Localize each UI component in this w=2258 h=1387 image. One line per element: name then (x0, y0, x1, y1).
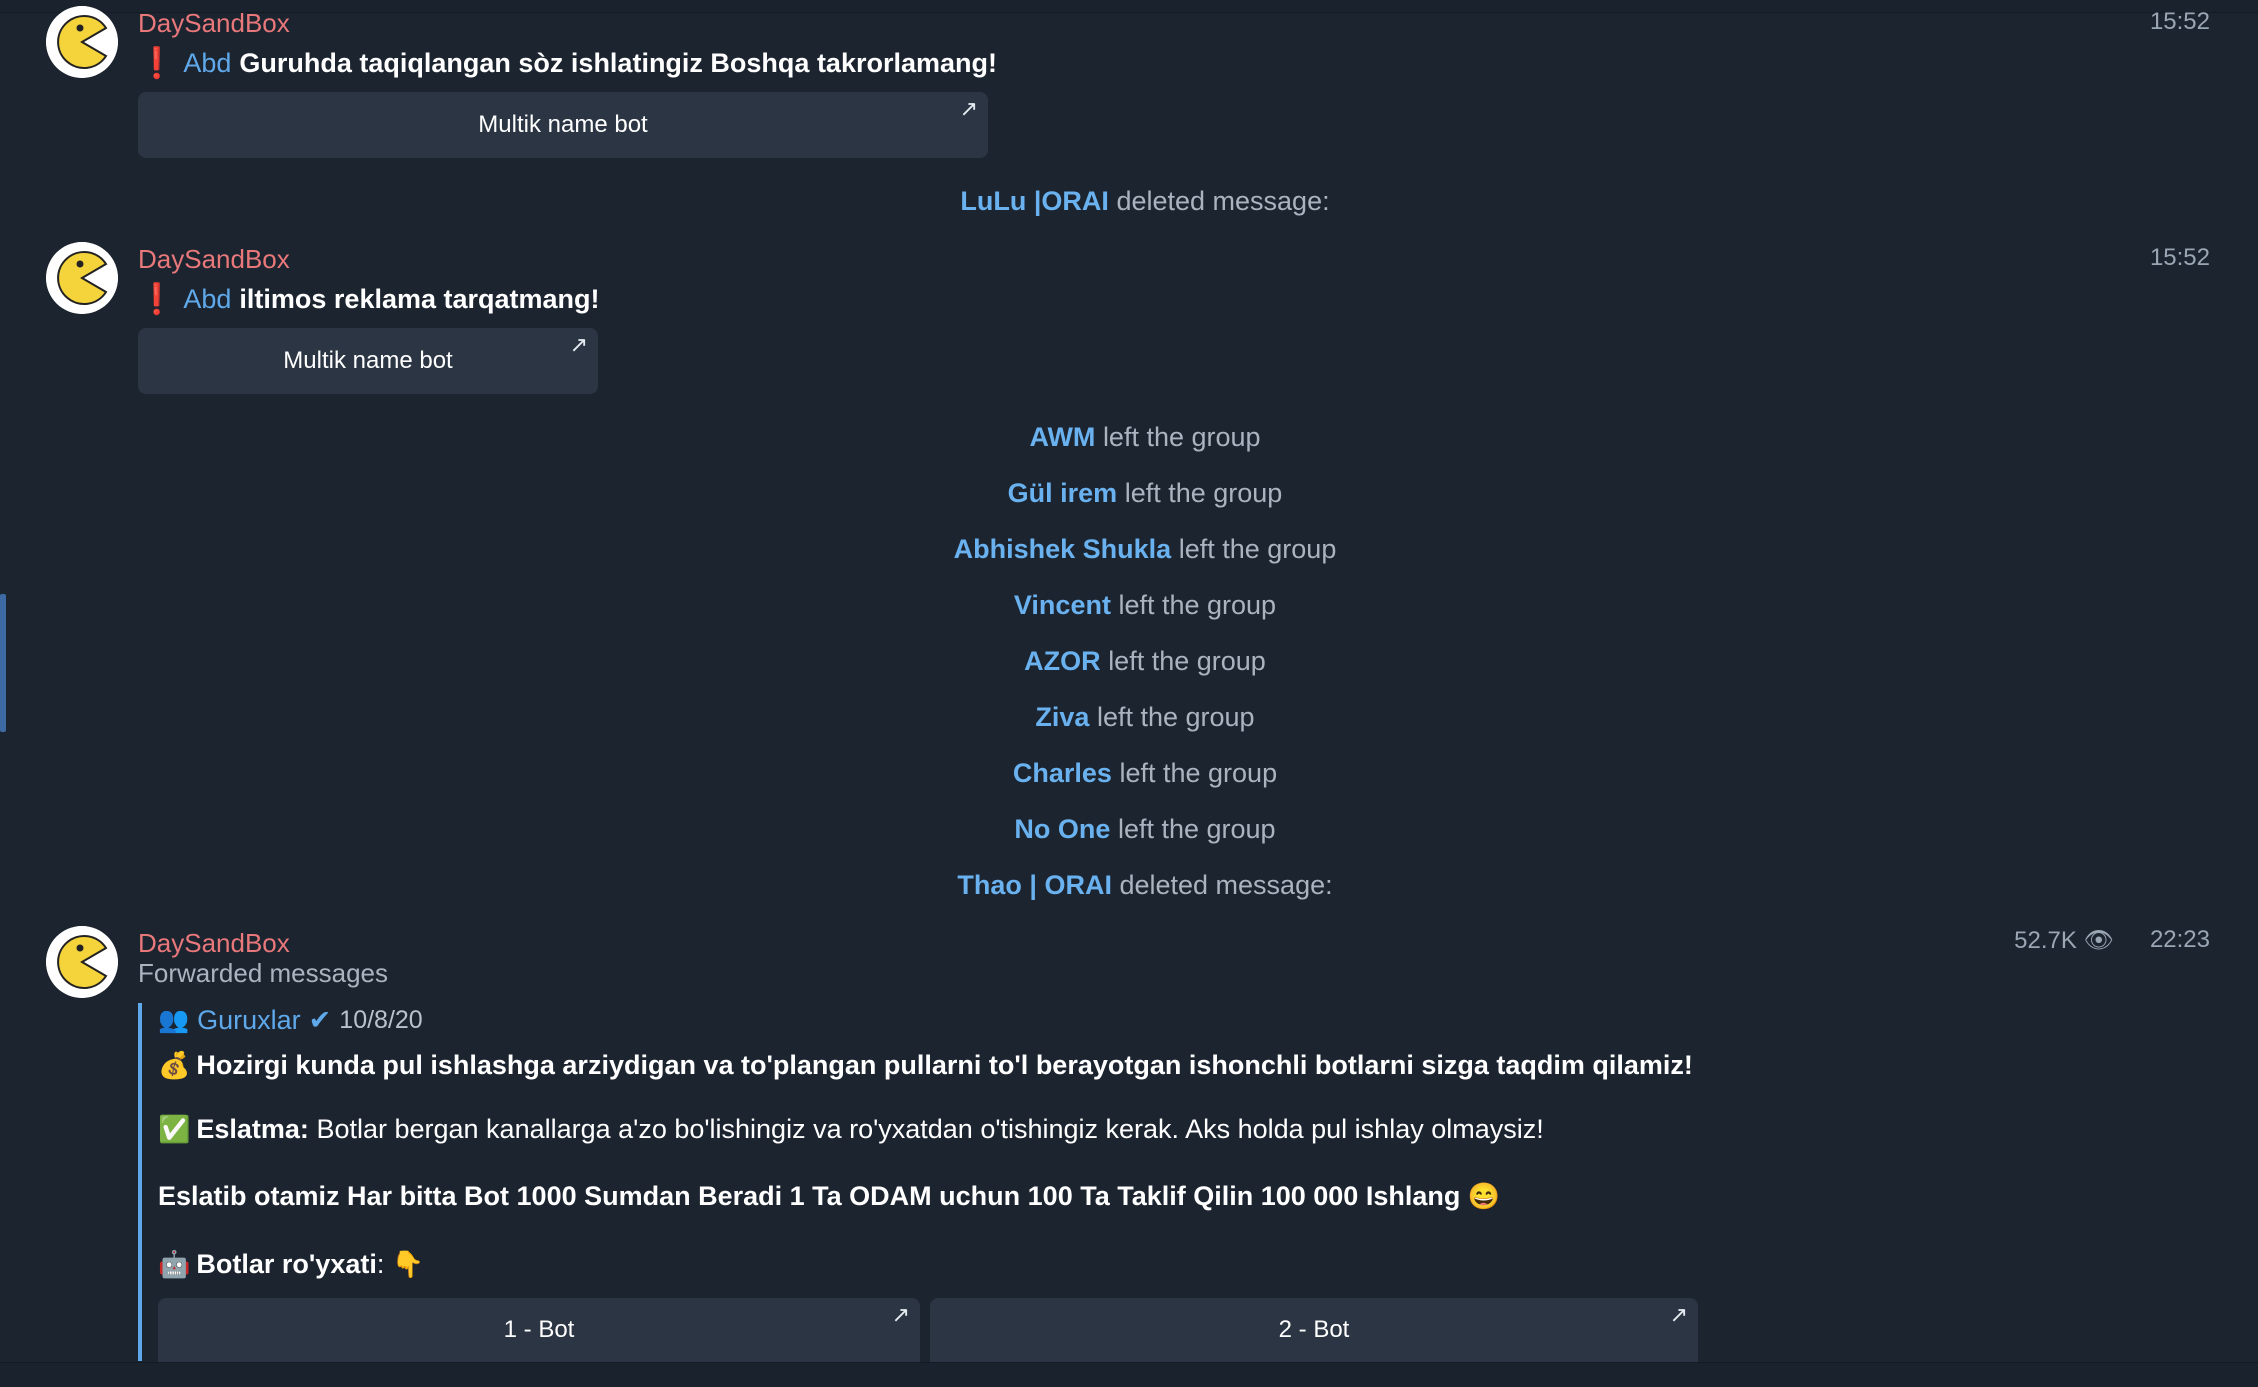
forward-quote-bar (138, 1003, 142, 1361)
view-count-value: 52.7K (2014, 927, 2077, 954)
inline-button-label: Multik name bot (283, 347, 453, 374)
forward-line-3-text: Eslatib otamiz Har bitta Bot 1000 Sumdan… (158, 1181, 1461, 1211)
pointing-down-icon: 👇 (391, 1249, 425, 1279)
service-message: Abhishek Shukla left the group (0, 534, 2258, 565)
service-user-name[interactable]: AZOR (1024, 646, 1101, 676)
service-user-name[interactable]: Charles (1013, 758, 1112, 788)
verified-icon: ✔ (308, 1005, 332, 1035)
service-user-name[interactable]: Thao | ORAI (957, 870, 1112, 900)
inline-button-label: 1 - Bot (503, 1316, 575, 1343)
service-action: left the group (1118, 590, 1277, 620)
message-text: ❗ Abd iltimos reklama tarqatmang! (138, 282, 600, 317)
forward-line-4: 🤖 Botlar ro'yxati: 👇 (158, 1249, 430, 1280)
top-header-edge (0, 0, 2258, 13)
arrow-up-right-icon: ↗ (891, 1302, 910, 1327)
sender-name[interactable]: DaySandBox (138, 244, 290, 275)
inline-button-label: Multik name bot (478, 111, 648, 138)
user-mention[interactable]: Abd (183, 284, 231, 315)
service-action: left the group (1178, 534, 1337, 564)
sender-avatar[interactable] (46, 242, 118, 314)
forward-line-2: ✅ Eslatma: Botlar bergan kanallarga a'zo … (158, 1114, 1544, 1145)
service-user-name[interactable]: Ziva (1035, 702, 1089, 732)
service-action: left the group (1108, 646, 1266, 676)
inline-keyboard-button[interactable]: Multik name bot ↗ (138, 92, 988, 158)
sender-avatar[interactable] (46, 6, 118, 78)
grinning-face-icon: 😄 (1467, 1181, 1501, 1211)
sender-name[interactable]: DaySandBox (138, 928, 290, 959)
service-message: No One left the group (0, 814, 2258, 845)
service-user-name[interactable]: Vincent (1014, 590, 1111, 620)
robot-icon: 🤖 (158, 1249, 191, 1279)
forward-header: 👥 Guruxlar ✔ 10/8/20 (158, 1005, 423, 1036)
sender-avatar[interactable] (46, 926, 118, 998)
forward-line-3: Eslatib otamiz Har bitta Bot 1000 Sumdan… (158, 1181, 1506, 1212)
message-time: 22:23 (2149, 926, 2210, 953)
service-action: left the group (1124, 478, 1283, 508)
service-user-name[interactable]: No One (1014, 814, 1110, 844)
forward-line-1-text: Hozirgi kunda pul ishlashga arziydigan v… (196, 1050, 1693, 1080)
service-message: Ziva left the group (0, 702, 2258, 733)
service-action: deleted message: (1119, 870, 1333, 900)
eye-icon: 👁 (2083, 927, 2114, 954)
money-bag-icon: 💰 (158, 1050, 191, 1080)
pacman-avatar-icon (46, 6, 118, 78)
check-mark-icon: ✅ (158, 1114, 191, 1144)
inline-button-label: 2 - Bot (1278, 1316, 1350, 1343)
service-message: Thao | ORAI deleted message: (0, 870, 2258, 901)
message-time: 15:52 (2149, 8, 2210, 35)
service-message: AZOR left the group (0, 646, 2258, 677)
message-body: Guruhda taqiqlangan sòz ishlatingiz Bosh… (239, 48, 997, 78)
service-message: Vincent left the group (0, 590, 2258, 621)
forward-line-2-bold: Eslatma: (196, 1114, 309, 1144)
message-body: iltimos reklama tarqatmang! (239, 284, 600, 314)
arrow-up-right-icon: ↗ (569, 332, 588, 357)
exclamation-icon: ❗ (138, 283, 176, 316)
forward-date: 10/8/20 (339, 1006, 423, 1034)
service-action: left the group (1096, 702, 1255, 732)
bot-2-button[interactable]: 2 - Bot ↗ (930, 1298, 1698, 1362)
inline-keyboard-button[interactable]: Multik name bot ↗ (138, 328, 598, 394)
message-time: 15:52 (2149, 244, 2210, 271)
service-user-name[interactable]: LuLu |ORAI (960, 186, 1109, 216)
service-action: left the group (1102, 422, 1261, 452)
service-user-name[interactable]: AWM (1029, 422, 1095, 452)
user-mention[interactable]: Abd (183, 48, 231, 79)
forward-line-1: 💰 Hozirgi kunda pul ishlashga arziydigan … (158, 1050, 1693, 1081)
exclamation-icon: ❗ (138, 47, 176, 80)
forward-channel-name[interactable]: Guruxlar (197, 1005, 301, 1036)
group-icon: 👥 (158, 1006, 190, 1034)
forward-line-4-bold: Botlar ro'yxati (196, 1249, 377, 1279)
sender-name[interactable]: DaySandBox (138, 8, 290, 39)
view-count: 52.7K 👁 (2014, 926, 2114, 955)
service-message: AWM left the group (0, 422, 2258, 453)
pacman-avatar-icon (46, 242, 118, 314)
message-text: ❗ Abd Guruhda taqiqlangan sòz ishlatingi… (138, 46, 997, 81)
service-user-name[interactable]: Abhishek Shukla (954, 534, 1172, 564)
service-message: LuLu |ORAI deleted message: (0, 186, 2258, 217)
service-message: Charles left the group (0, 758, 2258, 789)
service-action: left the group (1119, 758, 1278, 788)
bottom-edge (0, 1362, 2258, 1387)
arrow-up-right-icon: ↗ (1669, 1302, 1688, 1327)
forward-line-4-rest: : (376, 1249, 385, 1279)
service-action: deleted message: (1116, 186, 1330, 216)
forward-line-2-text: Botlar bergan kanallarga a'zo bo'lishing… (316, 1114, 1544, 1144)
service-action: left the group (1117, 814, 1276, 844)
forwarded-label: Forwarded messages (138, 958, 388, 988)
service-user-name[interactable]: Gül irem (1008, 478, 1118, 508)
arrow-up-right-icon: ↗ (959, 96, 978, 121)
pacman-avatar-icon (46, 926, 118, 998)
bot-1-button[interactable]: 1 - Bot ↗ (158, 1298, 920, 1362)
service-message: Gül irem left the group (0, 478, 2258, 509)
